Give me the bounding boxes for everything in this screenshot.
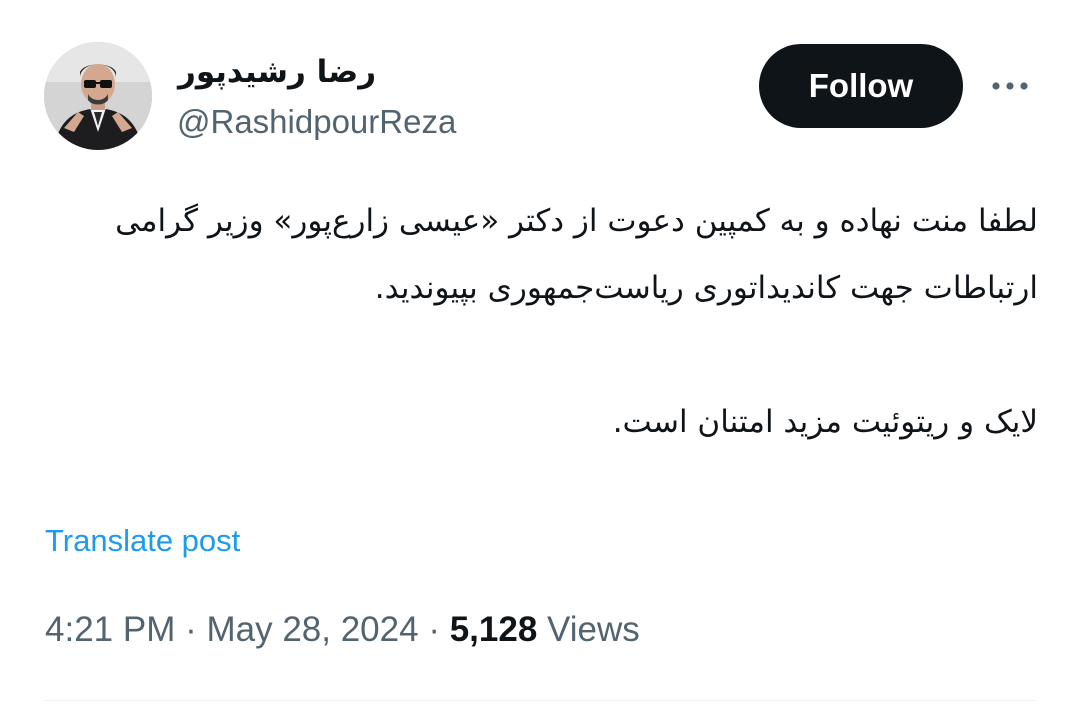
divider bbox=[44, 700, 1036, 701]
views-label: Views bbox=[547, 610, 640, 649]
tweet-text: لطفا منت نهاده و به کمپین دعوت از دکتر «… bbox=[40, 188, 1038, 456]
meta-separator: · bbox=[428, 610, 440, 649]
display-name[interactable]: رضا رشیدپور bbox=[178, 54, 376, 90]
tweet-meta: 4:21 PM · May 28, 2024 · 5,128 Views bbox=[45, 610, 640, 650]
follow-button[interactable]: Follow bbox=[759, 44, 963, 128]
avatar-photo bbox=[44, 42, 152, 150]
tweet-date[interactable]: May 28, 2024 bbox=[206, 610, 418, 649]
user-handle[interactable]: @RashidpourReza bbox=[177, 103, 456, 141]
meta-separator: · bbox=[185, 610, 197, 649]
avatar[interactable] bbox=[44, 42, 152, 150]
views-count: 5,128 bbox=[449, 610, 538, 649]
tweet-paragraph: لطفا منت نهاده و به کمپین دعوت از دکتر «… bbox=[115, 203, 1038, 306]
more-horizontal-icon bbox=[992, 82, 1028, 90]
translate-post-link[interactable]: Translate post bbox=[45, 523, 240, 559]
more-button[interactable] bbox=[986, 66, 1034, 106]
tweet-card: رضا رشیدپور @RashidpourReza Follow لطفا … bbox=[0, 0, 1080, 708]
tweet-time[interactable]: 4:21 PM bbox=[45, 610, 175, 649]
follow-button-label: Follow bbox=[808, 67, 914, 104]
tweet-paragraph: لایک و ریتوئیت مزید امتنان است. bbox=[612, 404, 1038, 440]
